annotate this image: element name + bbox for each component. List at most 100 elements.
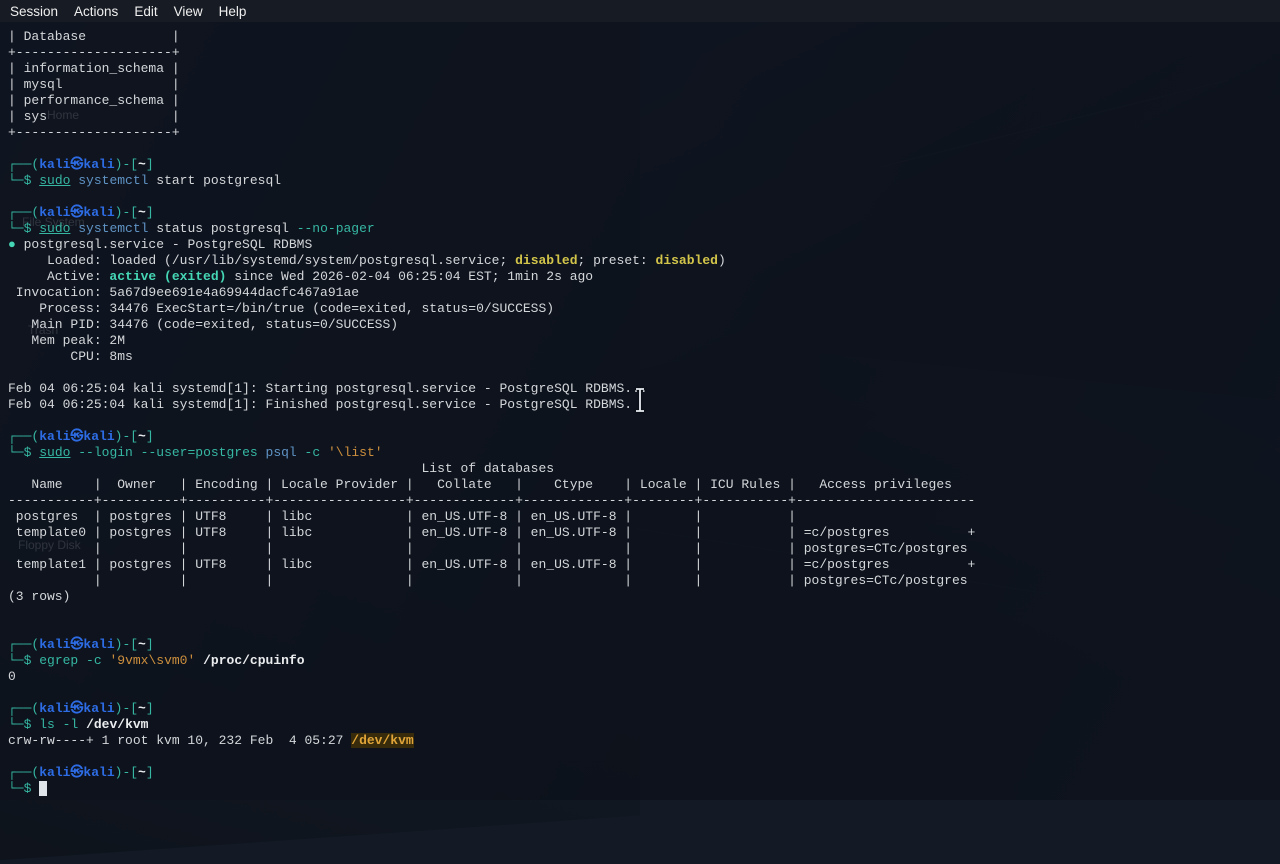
- terminal-text-segment: )-[: [115, 429, 138, 444]
- terminal-text-segment: Process: 34476 ExecStart=/bin/true (code…: [8, 301, 554, 316]
- terminal-line-39: └─$ egrep -c '9vmx\svm0' /proc/cpuinfo: [8, 653, 1280, 669]
- terminal-text-segment: ]: [146, 157, 154, 172]
- terminal-text-segment: ~: [138, 157, 146, 172]
- terminal-text-segment: )-[: [115, 701, 138, 716]
- terminal-text-segment: since Wed 2026-02-04 06:25:04 EST; 1min …: [226, 269, 593, 284]
- terminal-text-segment: | | | | | | | | postgres=CTc/postgres: [8, 573, 968, 588]
- terminal-text-segment: /proc/cpuinfo: [203, 653, 304, 668]
- terminal-text-segment: '\list': [328, 445, 383, 460]
- terminal-text-segment: systemctl: [78, 221, 148, 236]
- terminal-line-31: template0 | postgres | UTF8 | libc | en_…: [8, 525, 1280, 541]
- terminal-line-42: ┌──(kali㉿kali)-[~]: [8, 701, 1280, 717]
- terminal-text-segment: sudo: [39, 173, 70, 188]
- terminal-text-segment: kali㉿kali: [39, 701, 114, 716]
- terminal-text-segment: systemctl: [78, 173, 148, 188]
- terminal-text-segment: status postgresql: [148, 221, 296, 236]
- terminal-text-segment: | | | | | | | | postgres=CTc/postgres: [8, 541, 968, 556]
- terminal-line-3: | mysql |: [8, 77, 1280, 93]
- terminal-text-segment: ┌──(: [8, 701, 39, 716]
- terminal-line-10: [8, 189, 1280, 205]
- terminal-line-15: Active: active (exited) since Wed 2026-0…: [8, 269, 1280, 285]
- terminal-text-segment: disabled: [656, 253, 718, 268]
- terminal-text-segment: ]: [146, 765, 154, 780]
- terminal-text-segment: kali㉿kali: [39, 157, 114, 172]
- terminal-line-1: +--------------------+: [8, 45, 1280, 61]
- terminal-line-12: └─$ sudo systemctl status postgresql --n…: [8, 221, 1280, 237]
- terminal-text-segment: [55, 717, 63, 732]
- terminal-text-segment: ]: [146, 637, 154, 652]
- menu-item-session[interactable]: Session: [2, 2, 66, 21]
- terminal-text-segment: Main PID: 34476 (code=exited, status=0/S…: [8, 317, 398, 332]
- terminal-text-segment: +--------------------+: [8, 125, 180, 140]
- terminal-line-11: ┌──(kali㉿kali)-[~]: [8, 205, 1280, 221]
- terminal-text-segment: | Database |: [8, 29, 180, 44]
- desktop-icon-label-file-system: File System: [22, 215, 85, 229]
- terminal-line-37: [8, 621, 1280, 637]
- terminal-text-segment: └─$: [8, 717, 31, 732]
- terminal-text-segment: | information_schema |: [8, 61, 180, 76]
- terminal-line-24: [8, 413, 1280, 429]
- terminal-line-5: | sys |: [8, 109, 1280, 125]
- terminal-text-segment: └─$: [8, 781, 31, 796]
- terminal-text-segment: ): [718, 253, 726, 268]
- terminal-text-segment: Invocation: 5a67d9ee691e4a69944dacfc467a…: [8, 285, 359, 300]
- terminal-text-segment: ~: [138, 701, 146, 716]
- terminal-text-segment: | sys |: [8, 109, 180, 124]
- terminal-line-44: crw-rw----+ 1 root kvm 10, 232 Feb 4 05:…: [8, 733, 1280, 749]
- desktop-icon-label-home: Home: [47, 108, 79, 122]
- terminal-text-segment: ls: [39, 717, 55, 732]
- terminal-text-segment: ~: [138, 637, 146, 652]
- terminal-line-47: └─$: [8, 781, 1280, 797]
- terminal-text-segment: CPU: 8ms: [8, 349, 133, 364]
- terminal-line-38: ┌──(kali㉿kali)-[~]: [8, 637, 1280, 653]
- terminal-text-segment: postgres | postgres | UTF8 | libc | en_U…: [8, 509, 804, 524]
- terminal-text-segment: crw-rw----+ 1 root kvm 10, 232 Feb 4 05:…: [8, 733, 351, 748]
- terminal-text-segment: ┌──(: [8, 637, 39, 652]
- terminal-line-8: ┌──(kali㉿kali)-[~]: [8, 157, 1280, 173]
- terminal-text-segment: ●: [8, 237, 16, 252]
- terminal-line-46: ┌──(kali㉿kali)-[~]: [8, 765, 1280, 781]
- terminal-line-40: 0: [8, 669, 1280, 685]
- terminal-text-segment: Feb 04 06:25:04 kali systemd[1]: Startin…: [8, 381, 648, 396]
- terminal-line-21: [8, 365, 1280, 381]
- terminal-text-segment: └─$: [8, 445, 31, 460]
- terminal-text-segment: sudo: [39, 445, 70, 460]
- terminal-text-segment: [258, 445, 266, 460]
- terminal-text-segment: (3 rows): [8, 589, 70, 604]
- menu-item-view[interactable]: View: [166, 2, 211, 21]
- terminal-text-segment: ┌──(: [8, 157, 39, 172]
- terminal-text-segment: ]: [146, 205, 154, 220]
- terminal-text-segment: ~: [138, 765, 146, 780]
- terminal-text-segment: -c: [305, 445, 321, 460]
- terminal-text-segment: Loaded: loaded (/usr/lib/systemd/system/…: [8, 253, 515, 268]
- terminal-text-segment: ; preset:: [578, 253, 656, 268]
- terminal-line-16: Invocation: 5a67d9ee691e4a69944dacfc467a…: [8, 285, 1280, 301]
- terminal-text-segment: /dev/kvm: [86, 717, 148, 732]
- terminal-text-segment: Name | Owner | Encoding | Locale Provide…: [8, 477, 952, 492]
- terminal-text-segment: ~: [138, 429, 146, 444]
- terminal-text-segment: └─$: [8, 653, 31, 668]
- menu-item-edit[interactable]: Edit: [126, 2, 165, 21]
- terminal-line-4: | performance_schema |: [8, 93, 1280, 109]
- terminal-text-segment: Mem peak: 2M: [8, 333, 125, 348]
- terminal-text-segment: -l: [63, 717, 79, 732]
- terminal-block-cursor: [39, 781, 47, 796]
- terminal-text-segment: ~: [138, 205, 146, 220]
- menu-item-actions[interactable]: Actions: [66, 2, 126, 21]
- terminal-line-34: | | | | | | | | postgres=CTc/postgres: [8, 573, 1280, 589]
- terminal-text-segment: psql: [266, 445, 297, 460]
- terminal-text-segment: [133, 445, 141, 460]
- terminal-text-segment: egrep: [39, 653, 78, 668]
- terminal-text-segment: start postgresql: [148, 173, 281, 188]
- terminal-text-segment: )-[: [115, 637, 138, 652]
- mouse-cursor-ibeam: [633, 387, 647, 415]
- menu-item-help[interactable]: Help: [211, 2, 255, 21]
- terminal-text-segment: [195, 653, 203, 668]
- terminal-line-9: └─$ sudo systemctl start postgresql: [8, 173, 1280, 189]
- terminal-line-0: | Database |: [8, 29, 1280, 45]
- terminal-line-27: List of databases: [8, 461, 1280, 477]
- terminal-text-segment: kali㉿kali: [39, 765, 114, 780]
- terminal-line-7: [8, 141, 1280, 157]
- terminal-text-segment: ┌──(: [8, 429, 39, 444]
- terminal-line-32: | | | | | | | | postgres=CTc/postgres: [8, 541, 1280, 557]
